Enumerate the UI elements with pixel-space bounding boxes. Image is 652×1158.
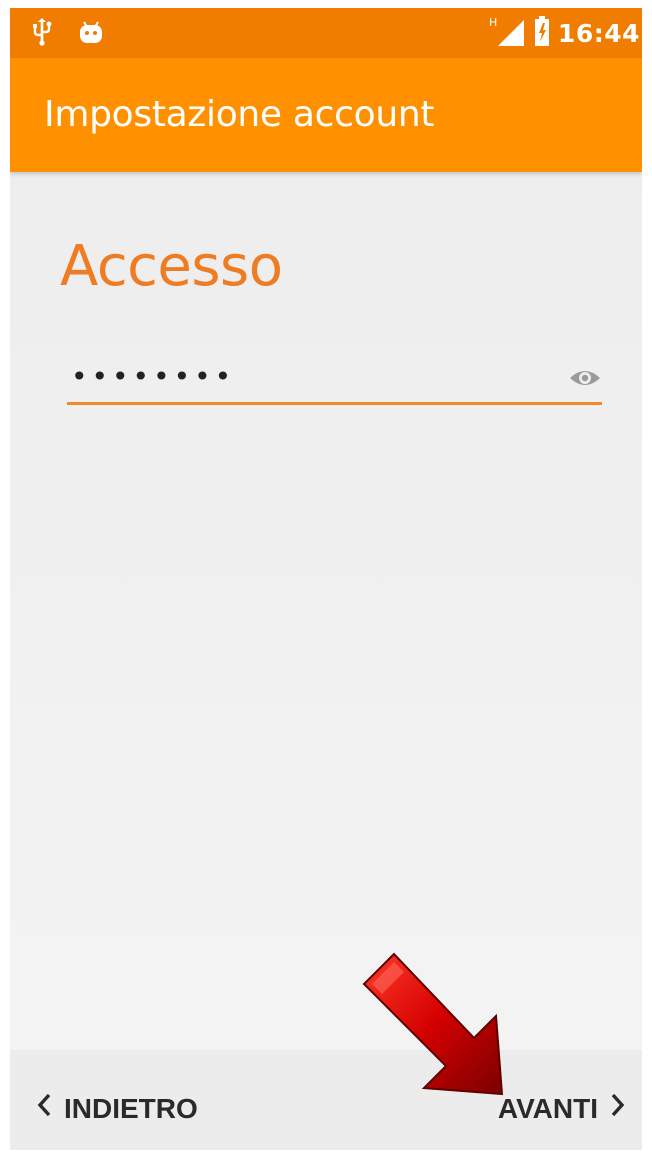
status-right-icons: H 16:44: [486, 14, 640, 53]
chevron-left-icon: [36, 1092, 52, 1125]
page-title: Accesso: [60, 234, 283, 299]
status-bar: H 16:44: [10, 8, 642, 58]
app-bar-title: Impostazione account: [44, 94, 435, 135]
android-icon: [78, 19, 104, 50]
red-arrow-icon: [362, 952, 512, 1097]
signal-icon: H: [486, 14, 526, 53]
status-left-icons: [32, 18, 104, 51]
eye-icon[interactable]: [568, 366, 602, 390]
next-button[interactable]: AVANTI: [498, 1092, 626, 1125]
network-type-label: H: [489, 16, 497, 29]
app-bar: Impostazione account: [10, 58, 642, 172]
password-field[interactable]: ••••••••: [67, 352, 602, 405]
bottom-navigation-bar: INDIETRO AVANTI: [10, 1050, 642, 1150]
phone-screen: H 16:44 Impostazione account Accesso •••…: [10, 8, 642, 1150]
chevron-right-icon: [610, 1092, 626, 1125]
battery-icon: [534, 15, 550, 52]
status-clock: 16:44: [557, 19, 640, 48]
back-button-label: INDIETRO: [64, 1092, 198, 1124]
usb-icon: [32, 18, 52, 51]
next-button-label: AVANTI: [497, 1092, 598, 1124]
back-button[interactable]: INDIETRO: [36, 1092, 198, 1125]
password-value[interactable]: ••••••••: [71, 360, 235, 393]
